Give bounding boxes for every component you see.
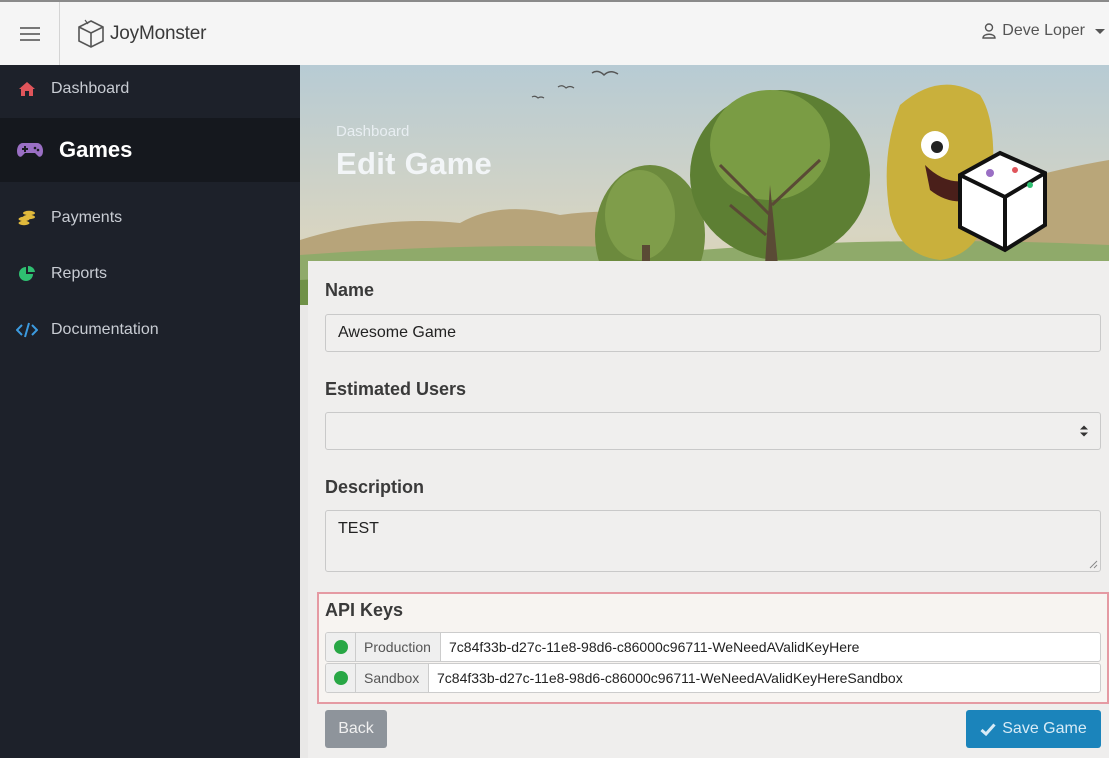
- checkmark-icon: [980, 722, 996, 736]
- status-dot-icon: [333, 671, 348, 685]
- chevron-down-icon: [1095, 28, 1105, 34]
- hamburger-menu-button[interactable]: [0, 2, 60, 65]
- brand-name: JoyMonster: [110, 23, 207, 44]
- sidebar-item-payments[interactable]: Payments: [0, 194, 300, 242]
- save-game-button[interactable]: Save Game: [966, 710, 1101, 748]
- user-menu-dropdown[interactable]: Deve Loper: [982, 22, 1105, 40]
- sidebar-item-label: Dashboard: [51, 80, 130, 97]
- page-title: Edit Game: [336, 146, 493, 181]
- name-label: Name: [325, 280, 375, 300]
- back-button[interactable]: Back: [325, 710, 387, 748]
- gamepad-icon: [16, 141, 44, 159]
- sidebar-item-dashboard[interactable]: Dashboard: [0, 65, 300, 113]
- estimated-users-select[interactable]: [325, 412, 1101, 450]
- home-icon: [16, 80, 38, 98]
- user-name: Deve Loper: [1002, 22, 1085, 39]
- brand-logo[interactable]: JoyMonster: [76, 16, 206, 52]
- api-key-row-production: Production 7c84f33b-d27c-11e8-98d6-c8600…: [325, 632, 1101, 662]
- api-key-field[interactable]: 7c84f33b-d27c-11e8-98d6-c86000c96711-WeN…: [429, 664, 1100, 692]
- sidebar-item-label: Documentation: [51, 321, 159, 338]
- api-keys-title: API Keys: [325, 600, 404, 620]
- api-key-field[interactable]: 7c84f33b-d27c-11e8-98d6-c86000c96711-WeN…: [441, 633, 1100, 661]
- code-icon: [16, 321, 38, 339]
- breadcrumb[interactable]: Dashboard: [336, 123, 409, 140]
- description-textarea[interactable]: TEST: [325, 510, 1101, 572]
- sidebar-item-label: Games: [59, 137, 133, 162]
- select-arrows-icon: [1080, 425, 1088, 437]
- status-indicator: [326, 633, 356, 661]
- user-icon: [982, 23, 996, 39]
- api-keys-panel: API Keys Production 7c84f33b-d27c-11e8-9…: [317, 592, 1109, 704]
- hamburger-icon: [19, 26, 40, 41]
- env-label: Sandbox: [356, 664, 429, 692]
- name-input-value: Awesome Game: [338, 324, 456, 341]
- sidebar-item-documentation[interactable]: Documentation: [0, 306, 300, 354]
- name-input[interactable]: Awesome Game: [325, 314, 1101, 352]
- resize-handle-icon[interactable]: [1089, 560, 1098, 569]
- status-indicator: [326, 664, 356, 692]
- dice-logo-icon: [78, 19, 104, 48]
- sidebar-item-reports[interactable]: Reports: [0, 250, 300, 298]
- save-game-label: Save Game: [1002, 720, 1087, 737]
- status-dot-icon: [333, 640, 348, 654]
- description-value: TEST: [338, 520, 379, 537]
- estimated-users-label: Estimated Users: [325, 379, 467, 399]
- sidebar: Dashboard Games Payments Reports Documen…: [0, 65, 300, 758]
- api-key-row-sandbox: Sandbox 7c84f33b-d27c-11e8-98d6-c86000c9…: [325, 663, 1101, 693]
- description-label: Description: [325, 477, 425, 497]
- sidebar-item-label: Reports: [51, 265, 108, 282]
- top-navbar: JoyMonster Deve Loper: [0, 0, 1109, 65]
- pie-chart-icon: [16, 265, 38, 283]
- coins-icon: [16, 209, 38, 227]
- sidebar-item-games[interactable]: Games: [0, 118, 300, 182]
- sidebar-item-label: Payments: [51, 209, 123, 226]
- env-label: Production: [356, 633, 441, 661]
